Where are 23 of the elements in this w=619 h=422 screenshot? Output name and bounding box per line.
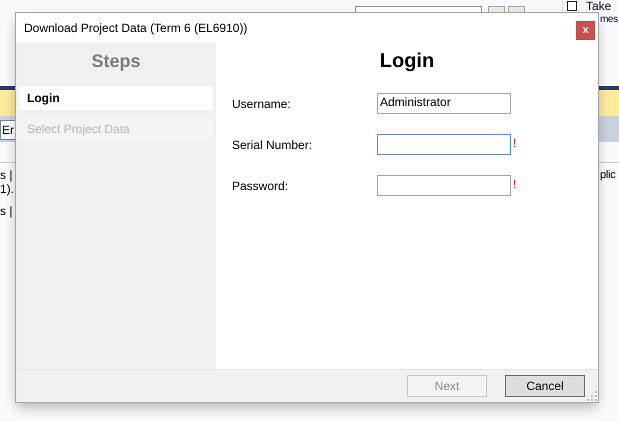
step-item[interactable]: Login <box>19 86 213 110</box>
window-title: Download Project Data (Term 6 (EL6910)) <box>24 21 248 35</box>
field-label: Username: <box>232 96 292 110</box>
error-mark: ! <box>513 176 516 190</box>
page-heading: Login <box>378 49 436 74</box>
field-label: Password: <box>232 178 290 192</box>
input-field[interactable] <box>377 134 511 155</box>
cancel-button[interactable]: Cancel <box>505 375 585 397</box>
checkbox[interactable] <box>567 1 577 11</box>
field-label: Serial Number: <box>232 138 314 152</box>
input-field[interactable]: Administrator <box>377 93 511 114</box>
log-text: plic <box>600 168 616 182</box>
tab[interactable]: Er <box>0 120 16 140</box>
log-text: s | <box>0 204 14 218</box>
checkbox-label: Take <box>586 0 612 13</box>
error-mark: ! <box>513 136 516 150</box>
log-text: s | <box>0 168 14 182</box>
input-field[interactable] <box>377 175 511 196</box>
checkbox-label: mes <box>599 13 618 26</box>
sidebar-heading: Steps <box>90 50 142 73</box>
resize-grip-icon[interactable] <box>587 391 597 401</box>
close-button[interactable]: x <box>576 20 595 40</box>
log-text: 1). <box>0 182 14 196</box>
